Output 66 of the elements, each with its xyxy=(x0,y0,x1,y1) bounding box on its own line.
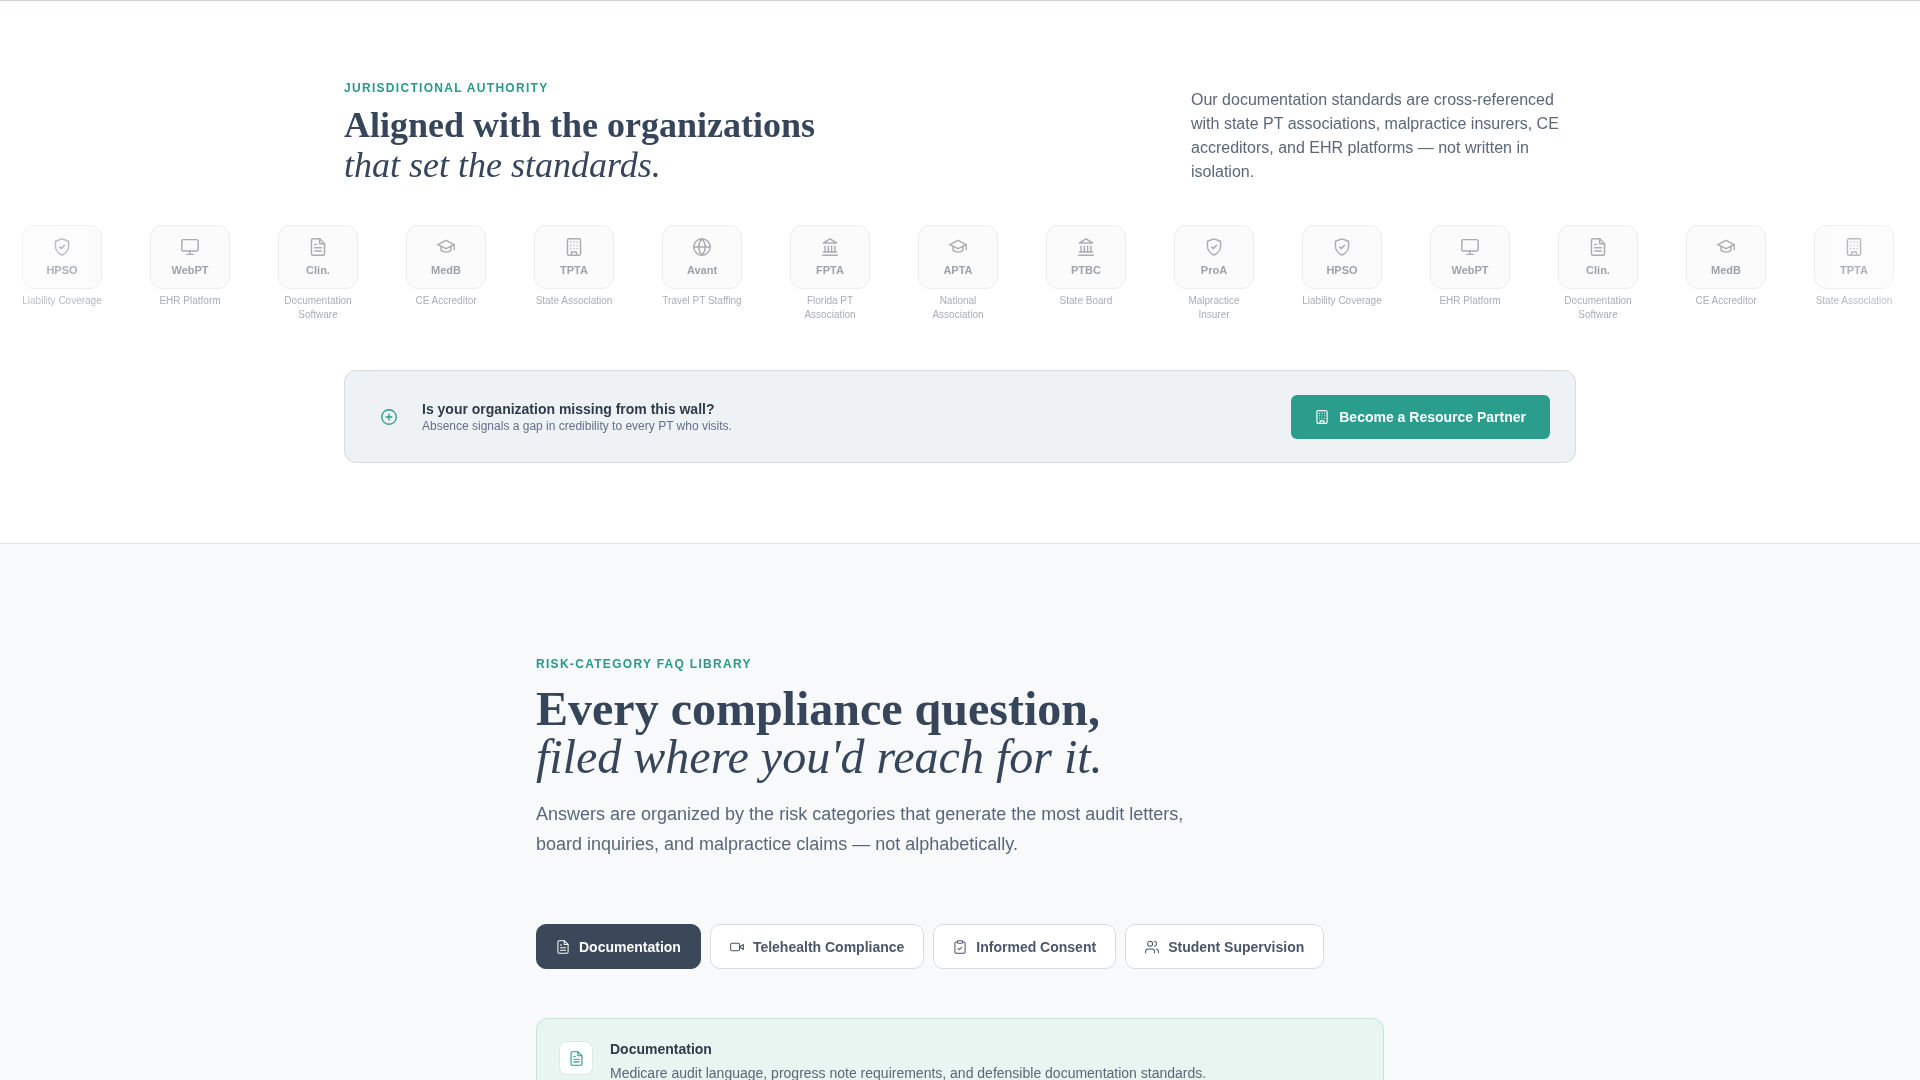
category-tab[interactable]: Telehealth Compliance xyxy=(709,924,925,969)
logo-caption: EHR Platform xyxy=(1438,294,1502,308)
plus-circle-icon xyxy=(381,408,397,425)
logo-caption: Liability Coverage xyxy=(1301,294,1383,308)
shield-check-icon xyxy=(53,238,71,256)
section-heading: Every compliance question, xyxy=(536,685,1101,733)
building-icon xyxy=(1315,409,1330,424)
logo-caption: National Association xyxy=(931,294,985,322)
logo-caption: CE Accreditor xyxy=(1694,294,1758,308)
logo-abbreviation: ProA xyxy=(1200,263,1228,277)
logo-caption: State Board xyxy=(1058,294,1114,308)
building-icon xyxy=(565,238,583,256)
shield-check-icon xyxy=(1205,238,1223,256)
category-tab[interactable]: Informed Consent xyxy=(933,924,1117,969)
monitor-icon xyxy=(181,238,199,256)
banner-title: Is your organization missing from this wall? xyxy=(422,399,716,418)
logo-abbreviation: HPSO xyxy=(46,263,78,277)
card-title: Documentation xyxy=(610,1040,713,1059)
logo-caption: Documentation Software xyxy=(1563,294,1633,322)
logo-caption: Liability Coverage xyxy=(21,294,103,308)
logo-abbreviation: PTBC xyxy=(1071,263,1101,277)
graduation-cap-icon xyxy=(1717,238,1735,256)
document-icon xyxy=(556,939,570,954)
logo-caption: Florida PT Association xyxy=(803,294,857,322)
logo-abbreviation: TPTA xyxy=(560,263,588,277)
logo-caption: CE Accreditor xyxy=(414,294,478,308)
monitor-icon xyxy=(1461,238,1479,256)
logo-abbreviation: MedB xyxy=(431,263,461,277)
banner-subtitle: Absence signals a gap in credibility to every PT who visits. xyxy=(422,417,733,434)
section-description: Our documentation standards are cross-referenced with state PT associations, malpractice insurers, CE accreditors, and EHR platforms — not written in isolation. xyxy=(1191,90,1560,182)
shield-check-icon xyxy=(1333,238,1351,256)
globe-icon xyxy=(693,238,711,256)
logo-abbreviation: FPTA xyxy=(816,263,844,277)
section-heading: Aligned with the organizations xyxy=(344,105,816,145)
logo-abbreviation: WebPT xyxy=(171,263,209,277)
logo-abbreviation: Clin. xyxy=(306,263,330,277)
logo-abbreviation: WebPT xyxy=(1451,263,1489,277)
logo-abbreviation: TPTA xyxy=(1840,263,1868,277)
graduation-cap-icon xyxy=(437,238,455,256)
graduation-cap-icon xyxy=(949,238,967,256)
logo-abbreviation: Clin. xyxy=(1586,263,1610,277)
clipboard-check-icon xyxy=(953,939,968,954)
document-icon xyxy=(309,238,327,256)
category-tab[interactable]: Documentation xyxy=(536,924,701,969)
logo-abbreviation: Avant xyxy=(686,263,718,277)
logo-caption: Travel PT Staffing xyxy=(661,294,743,308)
bank-icon xyxy=(821,238,839,256)
section-description: Answers are organized by the risk categories that generate the most audit letters, board inquiries, and malpractice claims — not alphabetically. xyxy=(536,803,1185,856)
users-icon xyxy=(1145,939,1160,954)
logo-abbreviation: MedB xyxy=(1711,263,1741,277)
section-eyebrow: RISK-CATEGORY FAQ LIBRARY xyxy=(536,656,753,672)
logo-abbreviation: APTA xyxy=(943,263,973,277)
logo-caption: State Association xyxy=(1814,294,1894,308)
section-heading-italic: that set the standards. xyxy=(344,145,662,185)
building-icon xyxy=(1845,238,1863,256)
card-description: Medicare audit language, progress note requirements, and defensible documentation standards. xyxy=(610,1064,1207,1080)
logo-caption: State Association xyxy=(534,294,614,308)
logo-caption: Malpractice Insurer xyxy=(1187,294,1241,322)
logo-caption: EHR Platform xyxy=(158,294,222,308)
logo-abbreviation: HPSO xyxy=(1326,263,1358,277)
document-icon xyxy=(1589,238,1607,256)
document-icon xyxy=(559,1041,593,1075)
bank-icon xyxy=(1077,238,1095,256)
section-eyebrow: JURISDICTIONAL AUTHORITY xyxy=(344,80,550,96)
logo-caption: Documentation Software xyxy=(283,294,353,322)
category-tab[interactable]: Student Supervision xyxy=(1125,924,1325,969)
